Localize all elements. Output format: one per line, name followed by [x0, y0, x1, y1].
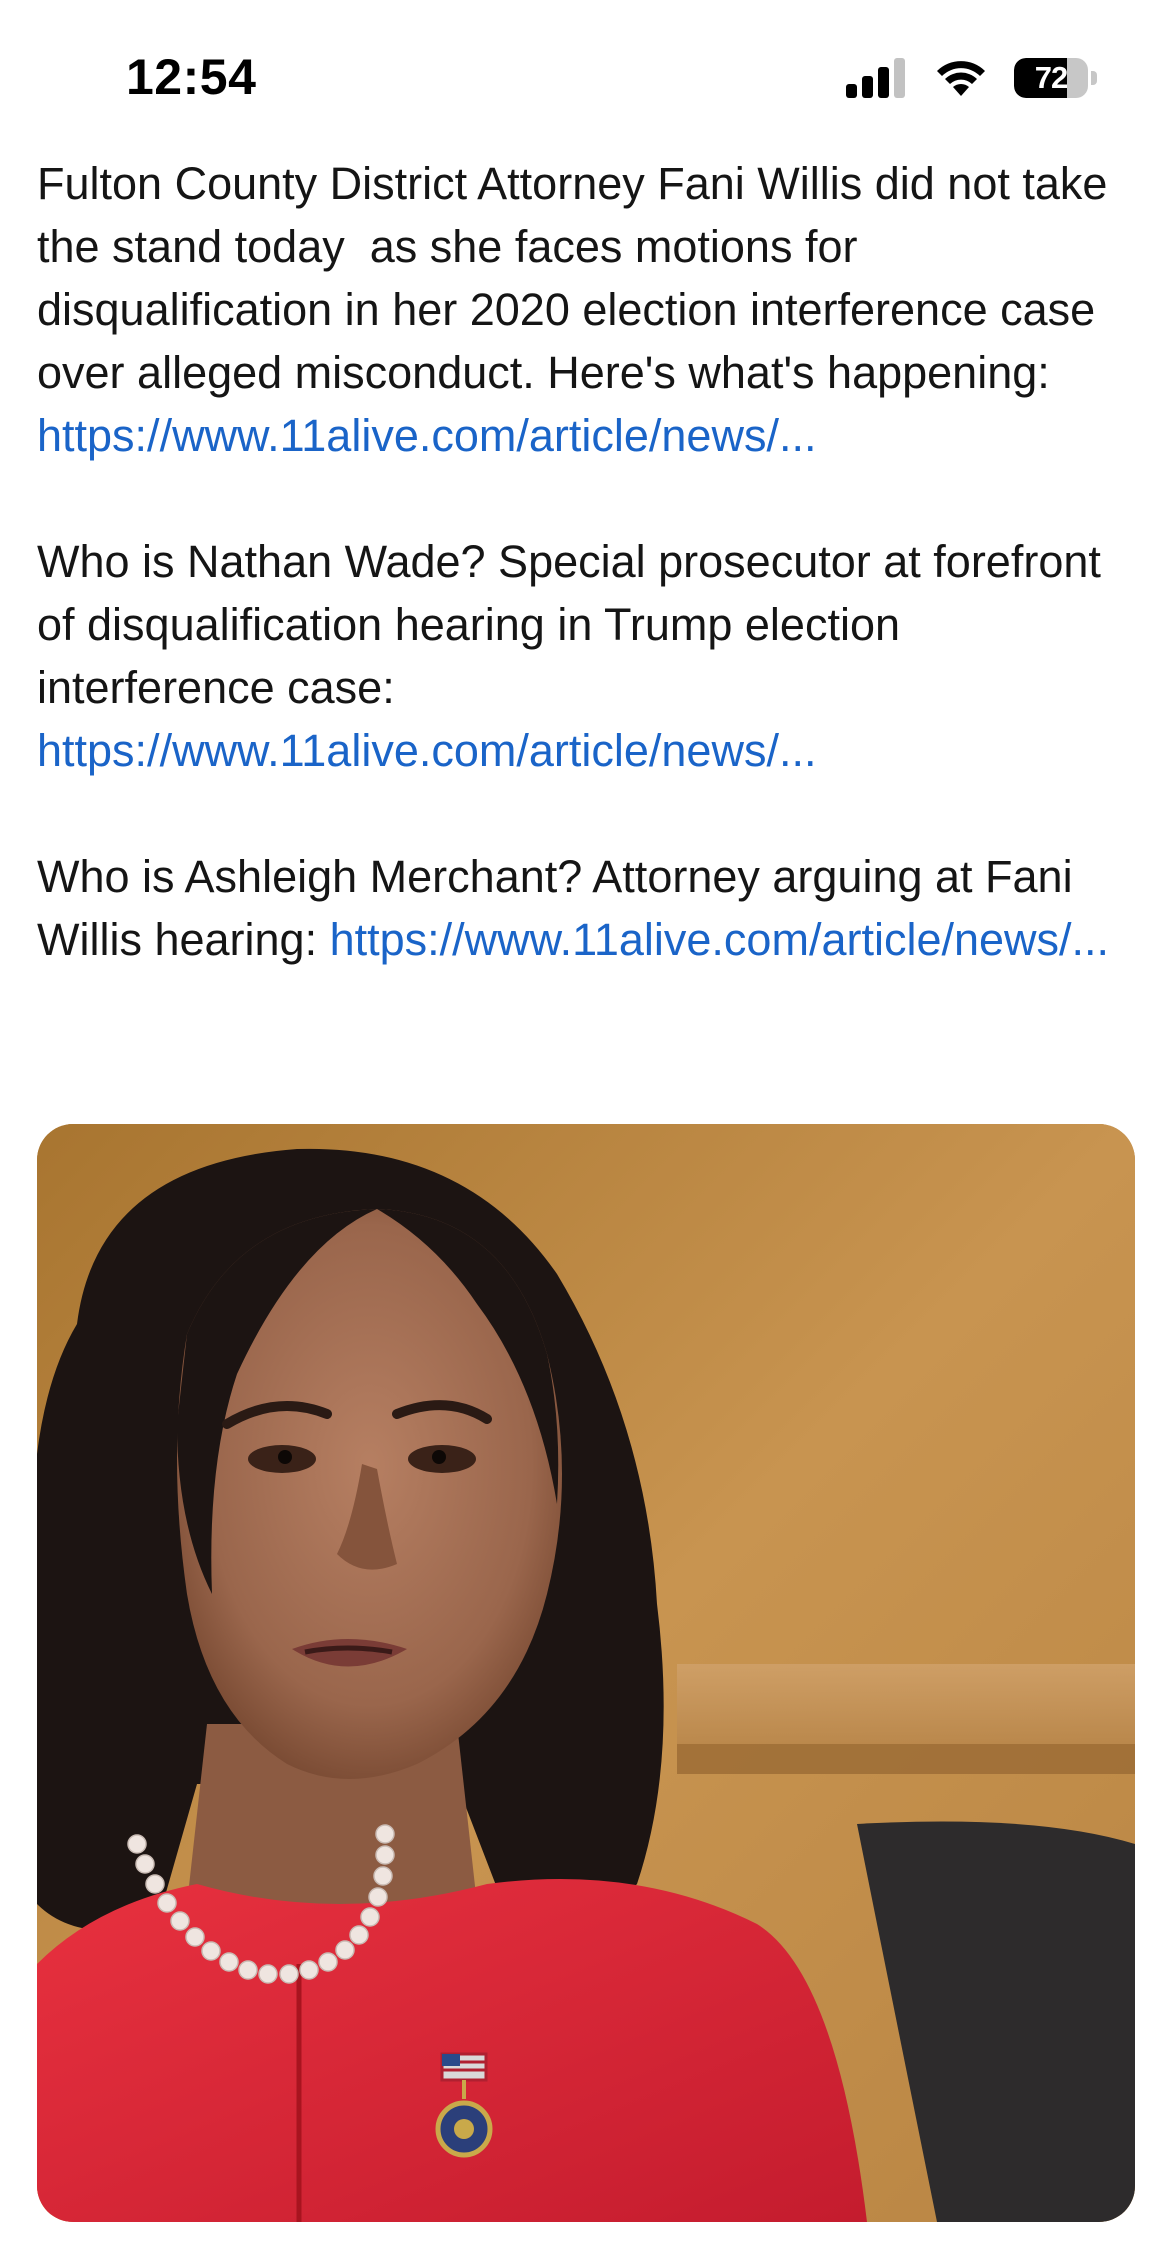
status-bar: 12:54 72 [0, 0, 1170, 150]
post-photo[interactable] [37, 1124, 1135, 2222]
post-paragraph-3: Who is Ashleigh Merchant? Attorney argui… [37, 845, 1147, 971]
red-dress [37, 1879, 867, 2222]
status-icons: 72 [846, 56, 1098, 100]
cellular-signal-icon [846, 58, 905, 98]
wifi-icon [937, 61, 985, 96]
paragraph-text: Who is Nathan Wade? Special prosecutor a… [37, 536, 1114, 713]
wood-rail-shadow [677, 1744, 1135, 1774]
article-link[interactable]: https://www.11alive.com/article/news/... [37, 410, 816, 461]
status-time: 12:54 [126, 49, 257, 105]
battery-body: 72 [1014, 58, 1088, 98]
pupil-right [432, 1450, 446, 1464]
article-link[interactable]: https://www.11alive.com/article/news/... [330, 914, 1109, 965]
wood-rail [677, 1664, 1135, 1744]
post-paragraph-1: Fulton County District Attorney Fani Wil… [37, 152, 1147, 467]
battery-level: 72 [1034, 60, 1068, 95]
battery-icon: 72 [1014, 58, 1098, 98]
article-link[interactable]: https://www.11alive.com/article/news/... [37, 725, 816, 776]
post-body: Fulton County District Attorney Fani Wil… [37, 152, 1147, 1034]
post-paragraph-2: Who is Nathan Wade? Special prosecutor a… [37, 530, 1147, 782]
pupil-left [278, 1450, 292, 1464]
paragraph-text: Fulton County District Attorney Fani Wil… [37, 158, 1120, 398]
battery-cap [1091, 71, 1097, 85]
portrait-illustration [37, 1124, 1135, 2222]
